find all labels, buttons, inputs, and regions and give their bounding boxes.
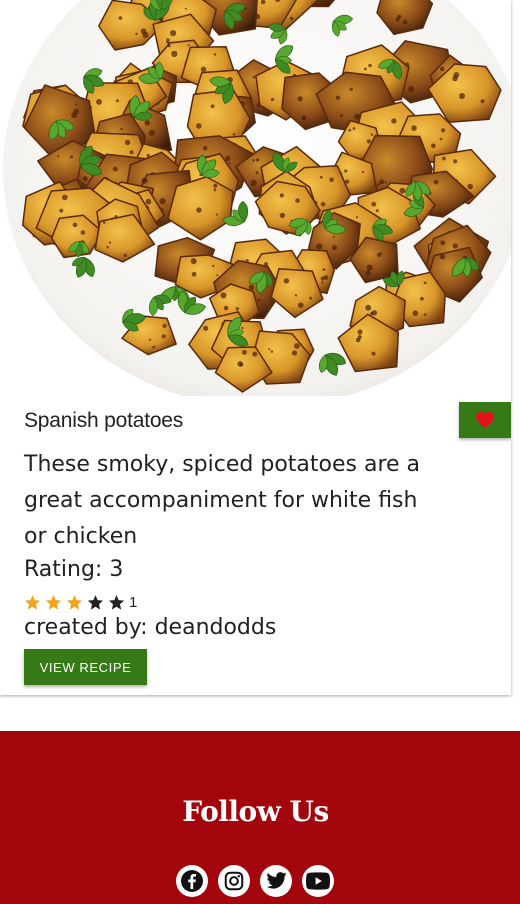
instagram-icon bbox=[224, 871, 244, 891]
rating-count: 1 bbox=[129, 593, 138, 611]
star-icon bbox=[108, 594, 125, 610]
rating-label: Rating: 3 bbox=[24, 557, 124, 582]
star-icon bbox=[66, 594, 83, 610]
facebook-icon bbox=[181, 870, 203, 892]
star-icon bbox=[45, 594, 62, 610]
recipe-creator: created by: deandodds bbox=[24, 615, 277, 640]
star-icon bbox=[24, 594, 41, 610]
recipe-image bbox=[0, 0, 511, 396]
recipe-card: Spanish potatoes These smoky, spiced pot… bbox=[0, 0, 511, 695]
youtube-icon bbox=[306, 872, 330, 890]
footer-title: Follow Us bbox=[182, 795, 329, 828]
heart-icon bbox=[476, 411, 494, 429]
recipe-title: Spanish potatoes bbox=[24, 409, 184, 432]
view-recipe-button[interactable]: VIEW RECIPE bbox=[24, 649, 147, 685]
recipe-description: These smoky, spiced potatoes are a great… bbox=[24, 452, 421, 549]
instagram-link[interactable] bbox=[218, 865, 250, 897]
social-links bbox=[176, 865, 344, 897]
star-rating: 1 bbox=[24, 593, 137, 611]
twitter-icon bbox=[266, 872, 287, 889]
footer: Follow Us bbox=[0, 731, 520, 904]
star-icon bbox=[87, 594, 104, 610]
facebook-link[interactable] bbox=[176, 865, 208, 897]
youtube-link[interactable] bbox=[302, 865, 334, 897]
favorite-button[interactable] bbox=[459, 402, 511, 438]
twitter-link[interactable] bbox=[260, 865, 292, 897]
